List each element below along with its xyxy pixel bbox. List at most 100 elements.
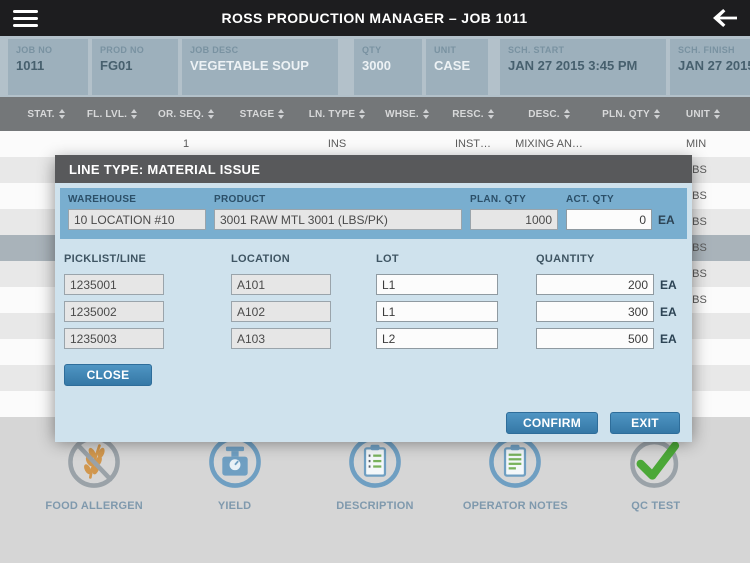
lot-input[interactable] [376,328,498,349]
unit-label: EA [660,304,677,319]
sort-arrows-icon [487,109,494,119]
column-label: WHSE. [385,108,419,120]
close-button[interactable]: CLOSE [64,364,152,386]
column-label: FL. LVL. [86,108,128,120]
job-field-label: JOB DESC [190,44,239,55]
job-field-unit: UNIT CASE [426,38,488,95]
picklist-line-input [64,301,164,322]
table-row[interactable]: 1 INS INST… MIXING AN… MIN [0,131,750,157]
column-header-stat[interactable]: STAT. [15,109,77,120]
column-header-pln-qty[interactable]: PLN. QTY [591,109,671,120]
sort-arrows-icon [653,109,660,119]
act-qty-input[interactable] [566,209,652,230]
material-issue-dialog: LINE TYPE: MATERIAL ISSUE WAREHOUSE PROD… [55,155,692,442]
act-qty-field: ACT. QTY EA [566,194,679,230]
job-field-value: CASE [434,57,471,73]
cell: MIXING AN… [515,138,583,150]
plan-qty-input [470,209,558,230]
dialog-body: WAREHOUSE PRODUCT PLAN. QTY ACT. QTY EA [55,183,692,442]
picklist-column-location: LOCATION [231,253,291,265]
job-field-value: JAN 27 2015 6:20 PM [678,57,750,73]
lot-input[interactable] [376,301,498,322]
cell: INS [327,138,347,150]
picklist-column-picklist-line: PICKLIST/LINE [64,253,147,265]
column-header-desc[interactable]: DESC. [507,109,591,120]
unit-label: EA [660,277,677,292]
sort-arrows-icon [208,109,215,119]
job-field-value: JAN 27 2015 3:45 PM [508,57,638,73]
plan-qty-field: PLAN. QTY [470,194,558,230]
action-label: QC TEST [631,500,681,512]
job-field-label: PROD NO [100,44,145,55]
action-description[interactable]: DESCRIPTION [311,433,439,512]
product-label: PRODUCT [214,194,266,205]
column-header-stage[interactable]: STAGE [225,109,299,120]
exit-button[interactable]: EXIT [610,412,680,434]
column-label: RESC. [452,108,484,120]
picklist-line-input [64,328,164,349]
table-header-row: STAT. FL. LVL. OR. SEQ. STAGE LN. TYPE WHSE. R… [0,97,750,131]
confirm-button[interactable]: CONFIRM [506,412,598,434]
picklist-section: PICKLIST/LINE LOCATION LOT QUANTITY EA EAEA … [60,239,687,386]
job-field-label: JOB NO [16,44,53,55]
column-header-whse[interactable]: WHSE. [375,109,439,120]
top-bar: ROSS PRODUCTION MANAGER – JOB 1011 [0,0,750,36]
job-field-sch-finish: SCH. FINISH JAN 27 2015 6:20 PM [670,38,750,95]
lot-input[interactable] [376,274,498,295]
sort-arrows-icon [563,109,570,119]
picklist-header: PICKLIST/LINE LOCATION LOT QUANTITY [64,253,687,265]
column-label: UNIT [685,108,711,120]
action-food-allergen[interactable]: FOOD ALLERGEN [30,433,158,512]
unit-label: EA [660,331,677,346]
sort-arrows-icon [278,109,285,119]
column-header-or-seq[interactable]: OR. SEQ. [147,109,225,120]
cell: 1 [182,138,190,150]
product-field: PRODUCT [214,194,462,230]
job-field-value: 1011 [16,57,45,73]
job-field-value: FG01 [100,57,133,73]
issue-header-band: WAREHOUSE PRODUCT PLAN. QTY ACT. QTY EA [60,188,687,239]
app-screen: ROSS PRODUCTION MANAGER – JOB 1011 JOB N… [0,0,750,563]
plan-qty-label: PLAN. QTY [470,194,527,205]
column-label: STAGE [239,108,275,120]
action-operator-notes[interactable]: OPERATOR NOTES [451,433,579,512]
location-input [231,274,331,295]
action-yield[interactable]: YIELD [171,433,299,512]
dialog-actions: CONFIRM EXIT [506,412,680,434]
job-field-prod-no: PROD NO FG01 [92,38,178,95]
sort-arrows-icon [131,109,138,119]
action-label: YIELD [217,500,252,512]
action-label: FOOD ALLERGEN [45,500,143,512]
column-header-fl-lvl[interactable]: FL. LVL. [77,109,147,120]
quantity-input[interactable] [536,274,654,295]
job-field-label: UNIT [434,44,457,55]
menu-icon[interactable] [13,9,38,27]
action-label: OPERATOR NOTES [462,500,568,512]
column-label: OR. SEQ. [157,108,205,120]
act-qty-label: ACT. QTY [566,194,614,205]
job-field-job-no: JOB NO 1011 [8,38,88,95]
location-input [231,328,331,349]
picklist-column-quantity: QUANTITY [536,253,595,265]
dialog-title: LINE TYPE: MATERIAL ISSUE [55,155,692,183]
job-field-value: 3000 [362,57,391,73]
column-header-ln-type[interactable]: LN. TYPE [299,109,375,120]
job-field-value: VEGETABLE SOUP [190,57,309,73]
column-label: LN. TYPE [308,108,356,120]
back-arrow-icon[interactable] [711,8,737,28]
sort-arrows-icon [359,109,366,119]
action-qc-test[interactable]: QC TEST [592,433,720,512]
cell: INST… [454,138,492,150]
cell: MIN [686,138,707,150]
job-field-label: SCH. START [508,44,565,55]
column-header-unit[interactable]: UNIT [671,109,735,120]
job-field-sch-start: SCH. START JAN 27 2015 3:45 PM [500,38,666,95]
quantity-input[interactable] [536,301,654,322]
action-label: DESCRIPTION [336,500,414,512]
picklist-row: EA [64,301,687,322]
picklist-rows: EA EA EA [64,274,687,349]
column-header-resc[interactable]: RESC. [439,109,507,120]
location-input [231,301,331,322]
quantity-input[interactable] [536,328,654,349]
job-field-label: QTY [362,44,382,55]
